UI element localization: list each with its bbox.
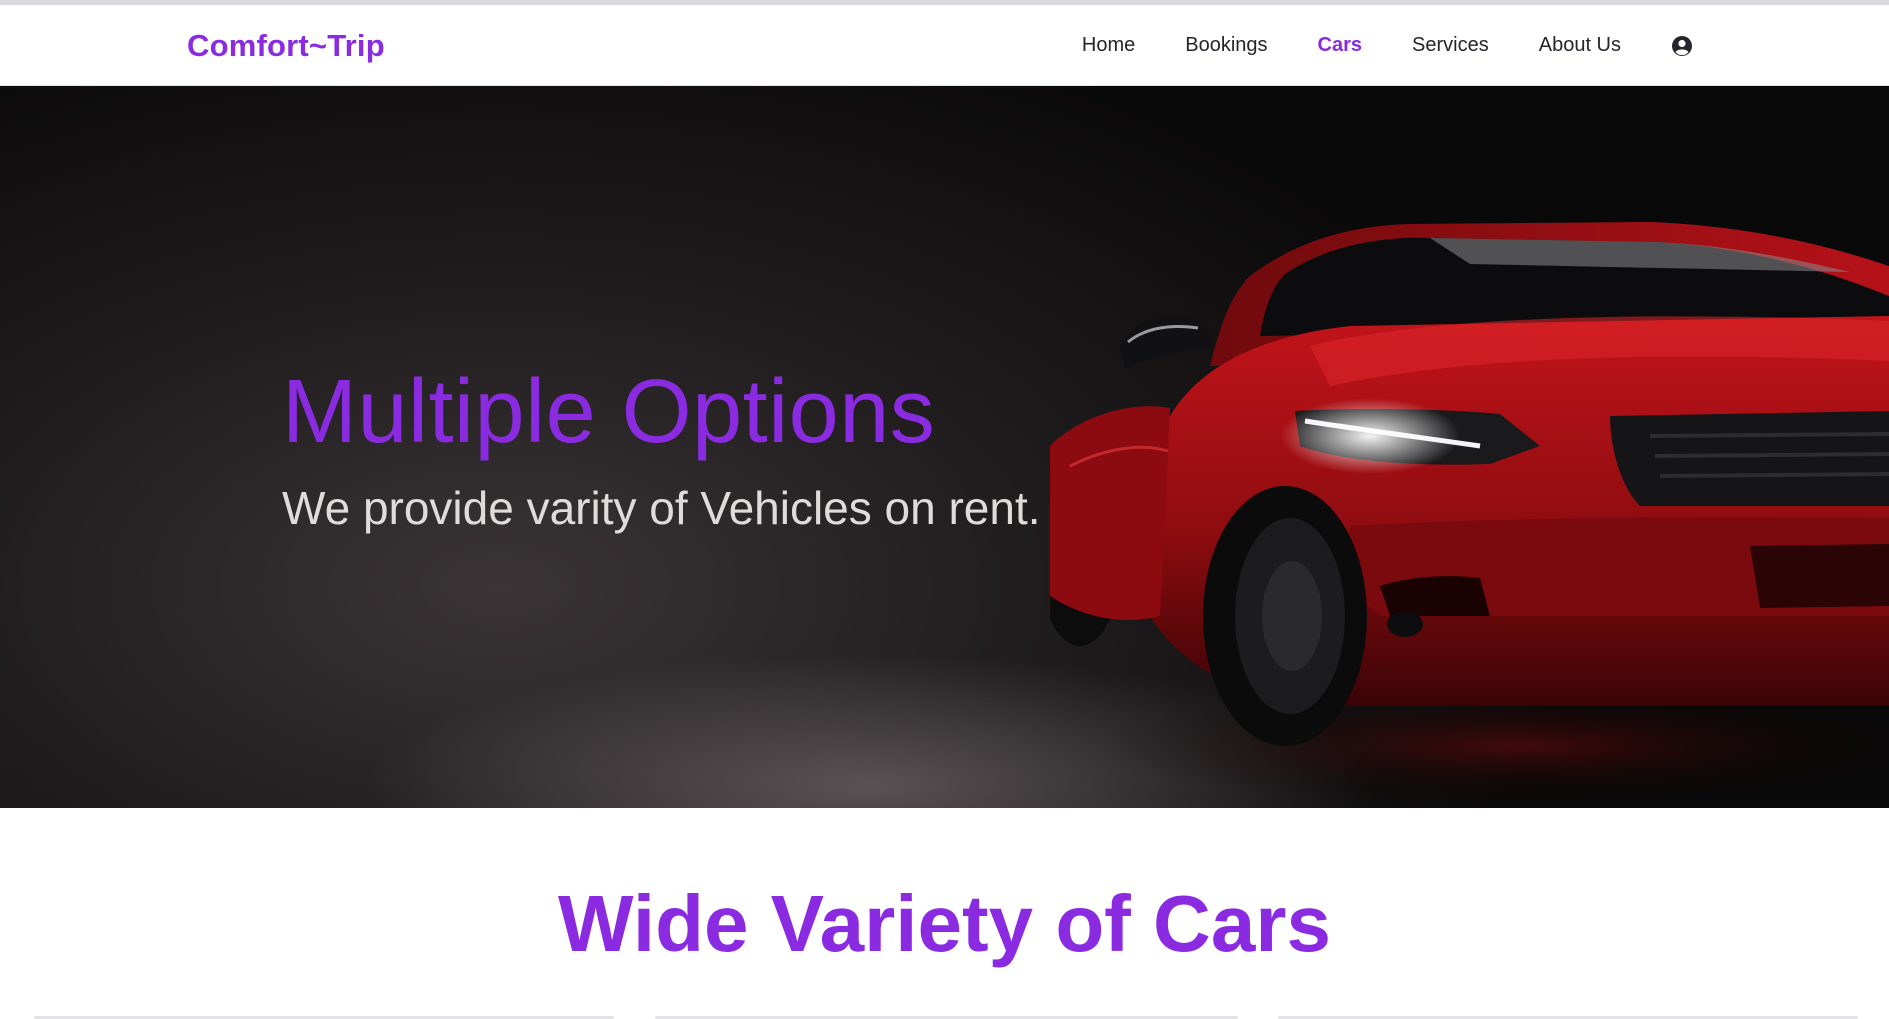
- section-title: Wide Variety of Cars: [558, 879, 1331, 968]
- nav-bookings[interactable]: Bookings: [1185, 34, 1267, 57]
- brand-logo[interactable]: Comfort~Trip: [187, 28, 385, 64]
- nav-home[interactable]: Home: [1082, 34, 1135, 57]
- nav-cars[interactable]: Cars: [1318, 34, 1362, 57]
- navbar: Comfort~Trip Home Bookings Cars Services…: [0, 5, 1889, 86]
- hero-title: Multiple Options: [282, 362, 936, 462]
- user-circle-icon[interactable]: [1671, 35, 1693, 57]
- nav-services[interactable]: Services: [1412, 34, 1489, 57]
- hero-banner: Multiple Options We provide varity of Ve…: [0, 86, 1889, 808]
- nav-about-us[interactable]: About Us: [1539, 34, 1621, 57]
- red-car-image: [1050, 222, 1889, 806]
- hero-subtitle: We provide varity of Vehicles on rent.: [282, 482, 1041, 534]
- main-nav: Home Bookings Cars Services About Us: [1032, 5, 1693, 86]
